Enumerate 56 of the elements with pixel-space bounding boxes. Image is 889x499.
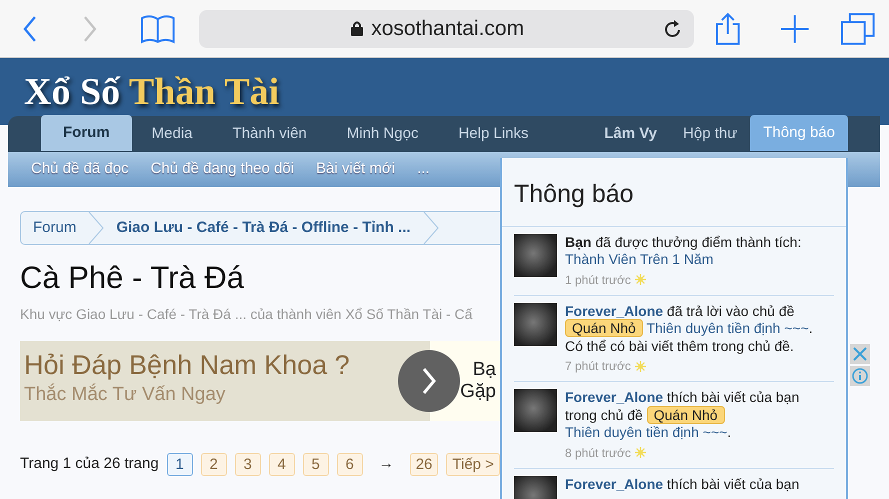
- notification-text: Forever_Alone thích bài viết của bạn: [565, 476, 800, 493]
- page-button[interactable]: 2: [200, 452, 227, 476]
- breadcrumb-link[interactable]: Giao Lưu - Café - Trà Đá - Offline - Tỉnh ...: [104, 216, 423, 240]
- page-title: Cà Phê - Trà Đá: [20, 259, 245, 297]
- back-icon[interactable]: [22, 14, 38, 42]
- time-text: 1 phút trước: [565, 272, 631, 288]
- page-button[interactable]: 6: [336, 452, 363, 476]
- ad-subtitle: Thắc Mắc Tư Vấn Ngay: [24, 382, 226, 408]
- ad-text: Bạ: [472, 358, 496, 380]
- time-text: 8 phút trước: [565, 444, 631, 462]
- notification-text: Forever_Alone thích bài viết của bạn trong chủ đề Quán Nhỏ Thiên duyên tiền định ~~~.: [565, 389, 800, 442]
- nav-tab[interactable]: Media: [132, 116, 213, 152]
- notification-text: Forever_Alone đã trả lời vào chủ đề Quán Nhỏ Thiên duyên tiền định ~~~. Có thể có bài viết thêm trong chủ đề.: [565, 302, 814, 355]
- breadcrumb-link[interactable]: Forum: [21, 216, 88, 240]
- reload-icon[interactable]: [664, 18, 682, 38]
- star-icon: [634, 274, 646, 285]
- nav-tab[interactable]: Minh Ngọc: [326, 116, 438, 152]
- close-icon[interactable]: [850, 344, 870, 364]
- time-text: 7 phút trước: [565, 358, 631, 375]
- user-link[interactable]: Lâm Vy: [591, 116, 670, 152]
- plus-icon[interactable]: [780, 14, 810, 44]
- notification-text: Bạn đã được thưởng điểm thành tích: Thành Viên Trên 1 Năm: [565, 234, 802, 268]
- page-button[interactable]: 26: [410, 452, 438, 476]
- avatar-photo: [514, 389, 557, 432]
- info-icon[interactable]: [850, 366, 870, 386]
- page-description: Khu vực Giao Lưu - Café - Trà Đá ... của thành viên Xổ Số Thần Tài - Cấ: [20, 304, 474, 324]
- nav-tab[interactable]: Forum: [41, 115, 132, 151]
- address-bar[interactable]: xosothantai.com: [199, 10, 694, 48]
- ad-text: Gặp: [460, 380, 496, 402]
- nav-tab[interactable]: Thành viên: [212, 116, 327, 152]
- topic-link[interactable]: Thiên duyên tiền định ~~~: [646, 320, 809, 336]
- topic-link[interactable]: Thiên duyên tiền định ~~~: [565, 424, 728, 440]
- page-button[interactable]: 1: [166, 452, 193, 476]
- share-icon[interactable]: [714, 12, 742, 46]
- page-button[interactable]: 5: [302, 452, 329, 476]
- ad-title: Hỏi Đáp Bệnh Nam Khoa ?: [24, 351, 351, 382]
- page-button[interactable]: 3: [234, 452, 261, 476]
- avatar-photo: [514, 302, 557, 346]
- book-icon[interactable]: [140, 14, 176, 44]
- avatar-photo: [514, 234, 557, 276]
- prefix-tag: Quán Nhỏ: [565, 319, 643, 337]
- arrow-text: →: [378, 454, 394, 474]
- popup-title: Thông báo: [502, 158, 846, 226]
- next-page-button[interactable]: Tiếp >: [446, 452, 500, 476]
- star-icon: [634, 447, 646, 458]
- lock-icon: [351, 21, 364, 36]
- page-button[interactable]: 4: [268, 452, 295, 476]
- nav-tab[interactable]: Help Links: [438, 116, 548, 152]
- tabs-icon[interactable]: [841, 12, 876, 44]
- chevron-icon: [421, 366, 437, 394]
- star-icon: [634, 360, 646, 372]
- prefix-tag: Quán Nhỏ: [646, 406, 725, 424]
- topic-link[interactable]: Thành Viên Trên 1 Năm: [565, 251, 714, 267]
- nav-tab[interactable]: Hộp thư: [670, 116, 750, 152]
- url-text: xosothantai.com: [371, 16, 524, 42]
- page-label: Trang 1 của 26 trang: [20, 454, 159, 474]
